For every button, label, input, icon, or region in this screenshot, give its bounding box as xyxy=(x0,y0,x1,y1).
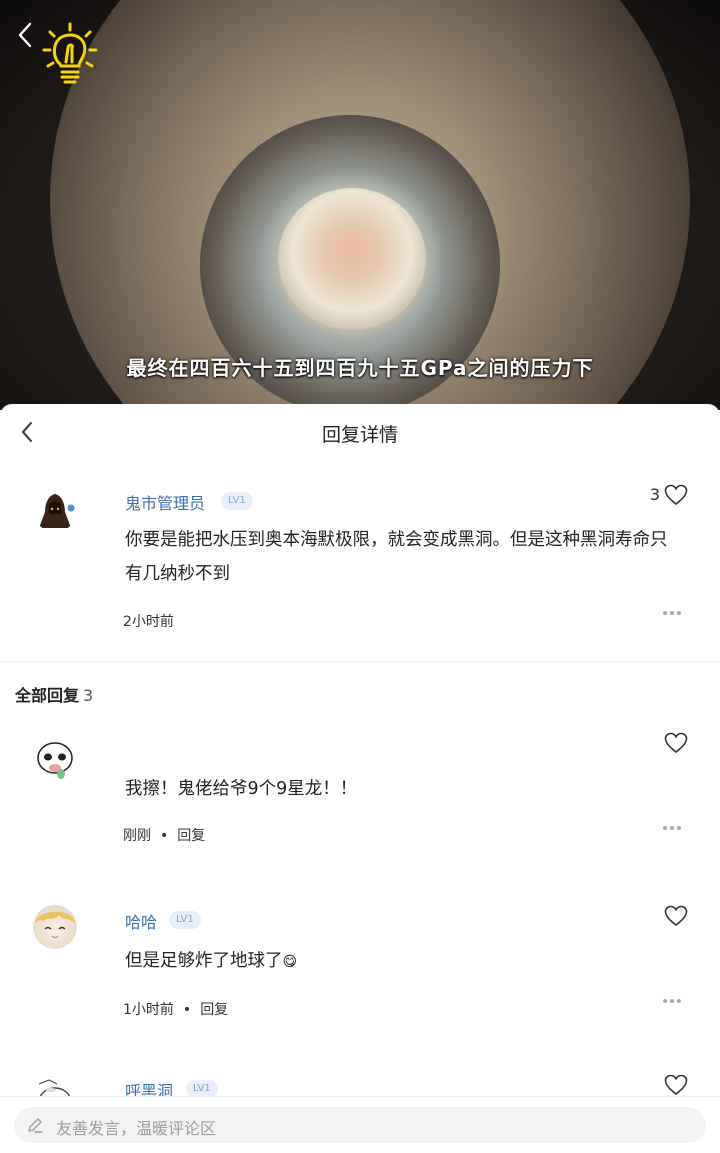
comment-input-bar: 友善发言，温暖评论区 xyxy=(0,1096,720,1153)
separator-dot: • xyxy=(182,1002,192,1018)
comment-input-placeholder: 友善发言，温暖评论区 xyxy=(56,1119,217,1138)
all-replies-count: 3 xyxy=(83,686,94,705)
pencil-icon xyxy=(28,1118,43,1133)
back-arrow-icon[interactable] xyxy=(14,20,36,50)
reply-time: 刚刚 xyxy=(123,828,151,844)
heart-icon[interactable] xyxy=(664,732,688,754)
like-count: 3 xyxy=(649,485,660,504)
comment-input[interactable]: 友善发言，温暖评论区 xyxy=(14,1107,706,1143)
sheet-title: 回复详情 xyxy=(321,424,398,446)
emoji: 😋 xyxy=(282,954,298,970)
divider xyxy=(0,661,720,662)
username[interactable]: 鬼市管理员 xyxy=(125,490,205,514)
lightbulb-icon[interactable] xyxy=(42,22,98,86)
more-options-icon[interactable] xyxy=(662,825,682,831)
level-badge: LV1 xyxy=(221,492,253,510)
reply-meta: 刚刚 • 回复 xyxy=(123,825,205,845)
reply-text-content: 但是足够炸了地球了 xyxy=(125,951,283,971)
username[interactable]: 哈哈 xyxy=(125,909,157,933)
reply-detail-sheet: 回复详情 鬼市管理员 LV1 3 你要是能把水压到奥本海默极限，就会变成黑洞。但… xyxy=(0,404,720,1152)
more-options-icon[interactable] xyxy=(662,998,682,1004)
video-player[interactable]: 最终在四百六十五到四百九十五GPa之间的压力下 xyxy=(0,0,720,410)
heart-icon[interactable] xyxy=(664,484,688,506)
reply-button[interactable]: 回复 xyxy=(200,1002,228,1018)
avatar[interactable] xyxy=(33,738,77,782)
all-replies-header: 全部回复 3 xyxy=(15,682,93,706)
reply-meta: 1小时前 • 回复 xyxy=(123,999,228,1019)
avatar[interactable] xyxy=(33,488,77,532)
reply-time: 1小时前 xyxy=(123,1002,174,1018)
reply-text: 但是足够炸了地球了😋 xyxy=(125,944,684,979)
comment-text: 你要是能把水压到奥本海默极限，就会变成黑洞。但是这种黑洞寿命只有几纳秒不到 xyxy=(125,530,668,584)
reply-text: 我擦！鬼佬给爷9个9星龙！！ xyxy=(125,779,358,799)
sheet-header: 回复详情 xyxy=(0,404,720,460)
heart-icon[interactable] xyxy=(664,1074,688,1096)
all-replies-label: 全部回复 xyxy=(15,686,80,705)
heart-icon[interactable] xyxy=(664,905,688,927)
reply-button[interactable]: 回复 xyxy=(177,828,205,844)
more-options-icon[interactable] xyxy=(662,610,682,616)
comment-time: 2小时前 xyxy=(123,614,174,630)
video-frame-core xyxy=(278,188,426,330)
video-subtitle: 最终在四百六十五到四百九十五GPa之间的压力下 xyxy=(126,356,594,380)
separator-dot: • xyxy=(160,828,169,844)
level-badge: LV1 xyxy=(169,911,201,929)
avatar[interactable] xyxy=(33,905,77,949)
